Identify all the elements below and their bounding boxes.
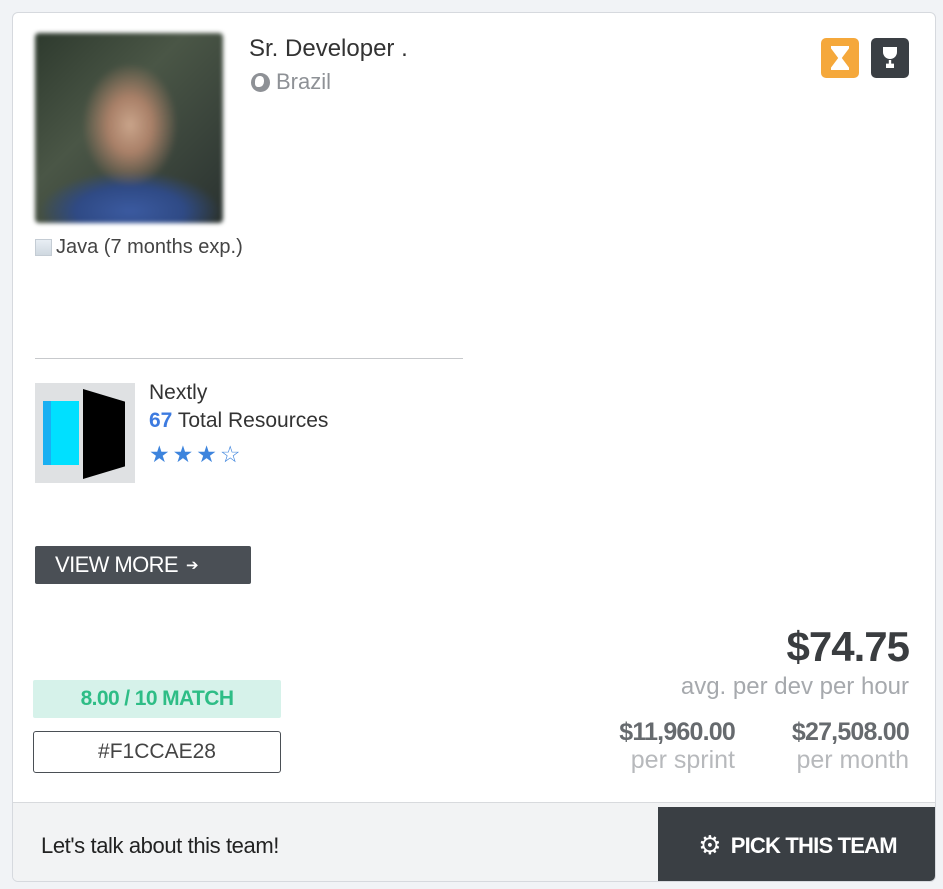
trophy-badge[interactable] xyxy=(871,38,909,78)
match-score-badge: 8.00 / 10 MATCH xyxy=(33,680,281,718)
hourglass-badge[interactable] xyxy=(821,38,859,78)
sprint-label: per sprint xyxy=(630,746,735,774)
country: Brazil xyxy=(251,69,331,95)
divider xyxy=(35,358,463,359)
skill-icon xyxy=(35,239,52,256)
pick-team-label: PICK THIS TEAM xyxy=(730,832,898,858)
team-code: #F1CCAE28 xyxy=(33,731,281,773)
developer-role: Sr. Developer . xyxy=(249,35,408,62)
company-logo xyxy=(35,383,135,483)
total-resources: 67 Total Resources xyxy=(149,409,328,433)
globe-icon xyxy=(251,72,270,92)
star-filled-icon: ★ xyxy=(149,442,170,468)
gear-icon: ⚙ xyxy=(698,830,721,861)
view-more-button[interactable]: VIEW MORE ➔ xyxy=(35,546,251,584)
month-price: $27,508.00 xyxy=(791,718,910,746)
country-label: Brazil xyxy=(276,69,332,94)
resources-label: Total Resources xyxy=(177,409,329,432)
company-name: Nextly xyxy=(149,381,208,404)
sprint-price: $11,960.00 xyxy=(619,718,736,746)
avatar xyxy=(35,33,223,223)
resources-count: 67 xyxy=(149,409,173,432)
skill-label: Java (7 months exp.) xyxy=(56,236,243,258)
month-label: per month xyxy=(796,746,909,774)
team-card: Sr. Developer . Brazil Java (7 months ex… xyxy=(12,12,936,882)
star-empty-icon: ☆ xyxy=(219,442,241,468)
skill: Java (7 months exp.) xyxy=(35,236,243,259)
arrow-right-icon: ➔ xyxy=(185,556,199,574)
pick-team-button[interactable]: ⚙ PICK THIS TEAM xyxy=(658,807,935,881)
company-rating: ★ ★ ★ ☆ xyxy=(149,441,241,469)
view-more-label: VIEW MORE xyxy=(55,552,179,577)
talk-about-team-link[interactable]: Let's talk about this team! xyxy=(41,833,279,859)
trophy-icon xyxy=(880,47,900,69)
hourglass-icon xyxy=(831,46,849,70)
card-footer: Let's talk about this team! ⚙ PICK THIS … xyxy=(13,802,935,881)
avg-rate: $74.75 xyxy=(786,623,910,670)
star-filled-icon: ★ xyxy=(172,442,194,468)
avg-rate-label: avg. per dev per hour xyxy=(680,673,909,700)
star-filled-icon: ★ xyxy=(196,442,217,468)
